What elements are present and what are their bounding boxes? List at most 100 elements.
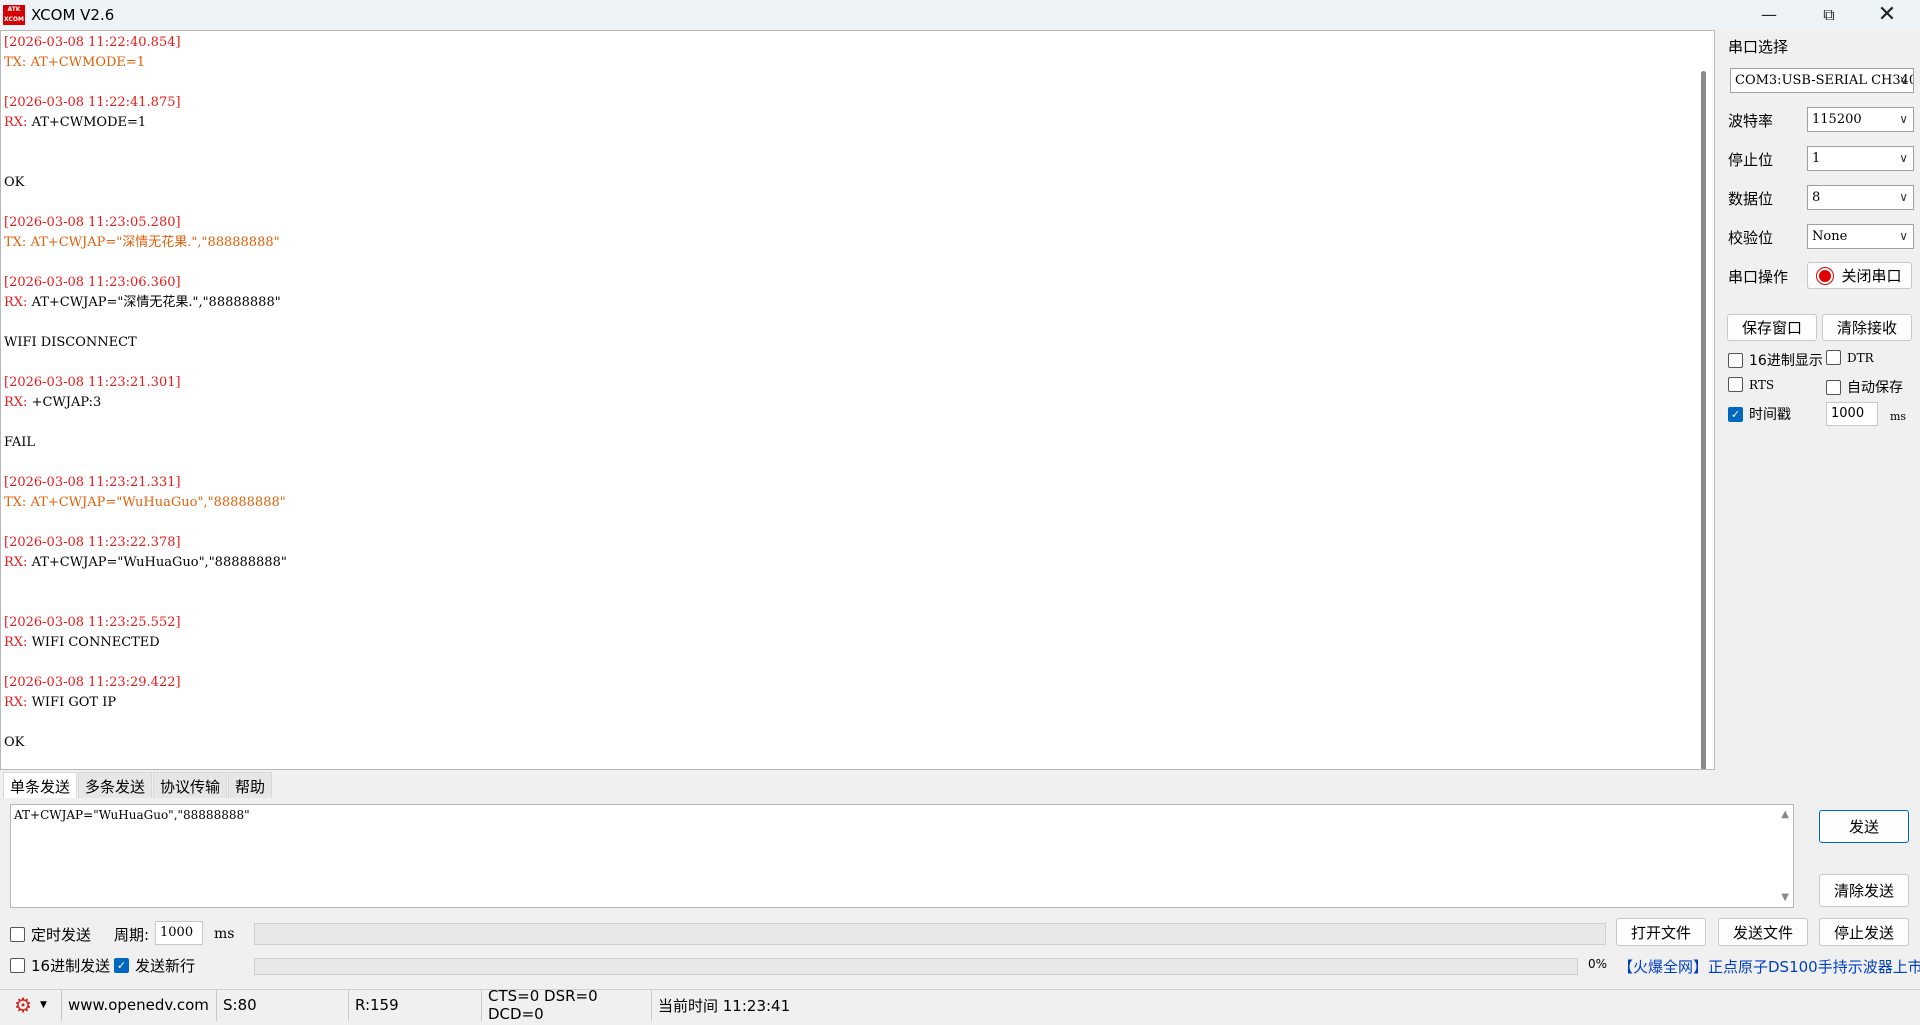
- dtr-checkbox[interactable]: DTR: [1826, 350, 1874, 365]
- hex-send-label: 16进制发送: [31, 957, 111, 975]
- timed-send-label: 定时发送: [31, 926, 92, 944]
- file-path-field[interactable]: [254, 923, 1606, 945]
- baud-label: 波特率: [1728, 112, 1774, 130]
- clear-send-button[interactable]: 清除发送: [1819, 874, 1909, 907]
- gear-icon: ⚙: [14, 993, 32, 1017]
- chevron-down-icon: ∨: [1899, 151, 1908, 165]
- parity-select[interactable]: None ∨: [1807, 224, 1914, 249]
- log-tx-label: TX:: [4, 235, 31, 250]
- tab-multi-send[interactable]: 多条发送: [78, 772, 153, 798]
- log-plain-line: WIFI DISCONNECT: [4, 335, 137, 350]
- log-blank-line: [4, 653, 1684, 673]
- clear-receive-label: 清除接收: [1836, 319, 1897, 337]
- receive-log: [2026-03-08 11:22:40.854] TX: AT+CWMODE=1…: [4, 33, 1684, 753]
- checkbox-box: [10, 958, 25, 973]
- close-port-button[interactable]: 关闭串口: [1807, 262, 1912, 289]
- log-blank-line: [4, 413, 1684, 433]
- autosave-checkbox[interactable]: 自动保存: [1826, 377, 1903, 397]
- clear-receive-button[interactable]: 清除接收: [1822, 314, 1912, 341]
- port-select[interactable]: COM3:USB-SERIAL CH340 ∨: [1730, 68, 1914, 93]
- log-plain-line: OK: [4, 175, 25, 190]
- stopbits-label: 停止位: [1728, 151, 1774, 169]
- log-tx-text: AT+CWMODE=1: [30, 55, 146, 70]
- parity-value: None: [1812, 229, 1848, 244]
- log-plain-line: FAIL: [4, 435, 36, 450]
- hex-send-checkbox[interactable]: 16进制发送: [10, 955, 110, 976]
- chevron-down-icon: ∨: [1899, 73, 1908, 87]
- log-tx-text: AT+CWJAP="WuHuaGuo","88888888": [30, 495, 286, 510]
- tab-help[interactable]: 帮助: [228, 772, 273, 798]
- send-text: AT+CWJAP="WuHuaGuo","88888888": [14, 808, 250, 822]
- log-rx-line: RX: WIFI CONNECTED: [4, 633, 1684, 653]
- log-timestamp: [2026-03-08 11:23:22.378]: [4, 535, 181, 550]
- stopbits-select[interactable]: 1 ∨: [1807, 146, 1914, 171]
- log-rx-label: RX:: [4, 395, 32, 410]
- log-timestamp: [2026-03-08 11:22:40.854]: [4, 35, 181, 50]
- log-tx-line: TX: AT+CWMODE=1: [4, 53, 1684, 73]
- maximize-button[interactable]: ⧉: [1800, 0, 1858, 29]
- tab-protocol[interactable]: 协议传输: [153, 772, 228, 798]
- timed-send-checkbox[interactable]: 定时发送: [10, 924, 91, 945]
- send-newline-checkbox[interactable]: ✓ 发送新行: [114, 955, 195, 976]
- baud-value: 115200: [1812, 112, 1862, 127]
- hex-display-checkbox[interactable]: 16进制显示: [1728, 350, 1823, 370]
- line-status: CTS=0 DSR=0 DCD=0: [482, 987, 652, 1023]
- send-file-button[interactable]: 发送文件: [1718, 918, 1808, 946]
- receive-area[interactable]: [2026-03-08 11:22:40.854] TX: AT+CWMODE=1…: [0, 30, 1715, 770]
- log-tx-text: AT+CWJAP="深情无花果.","88888888": [30, 235, 280, 250]
- log-rx-text: +CWJAP:3: [31, 395, 102, 410]
- period-input[interactable]: 1000: [155, 921, 203, 945]
- port-op-label: 串口操作: [1728, 268, 1789, 286]
- open-file-button[interactable]: 打开文件: [1616, 918, 1706, 946]
- minimize-button[interactable]: —: [1740, 0, 1798, 29]
- stop-send-button[interactable]: 停止发送: [1819, 918, 1909, 946]
- progress-percent: 0%: [1588, 957, 1608, 971]
- log-timestamp: [2026-03-08 11:23:25.552]: [4, 615, 181, 630]
- log-tx-line: TX: AT+CWJAP="深情无花果.","88888888": [4, 233, 1684, 253]
- log-tx-label: TX:: [4, 495, 31, 510]
- promo-link[interactable]: 【火爆全网】正点原子DS100手持示波器上市: [1618, 956, 1920, 977]
- period-label: 周期:: [114, 926, 150, 944]
- receive-scrollbar[interactable]: [1701, 71, 1706, 769]
- databits-value: 8: [1812, 190, 1821, 205]
- checkbox-box: [1826, 379, 1841, 395]
- title-bar: ATK XCOM XCOM V2.6 — ⧉ ✕: [0, 0, 1920, 29]
- send-button[interactable]: 发送: [1819, 810, 1909, 843]
- log-plain-line: OK: [4, 735, 25, 750]
- save-window-label: 保存窗口: [1741, 319, 1802, 337]
- log-blank-line: [4, 313, 1684, 333]
- timestamp-interval-input[interactable]: 1000: [1826, 402, 1878, 426]
- app-logo: ATK XCOM: [3, 4, 25, 25]
- rts-label: RTS: [1749, 377, 1775, 392]
- parity-label: 校验位: [1728, 229, 1774, 247]
- scroll-up-icon[interactable]: ▲: [1781, 809, 1789, 820]
- log-timestamp: [2026-03-08 11:22:41.875]: [4, 95, 181, 110]
- send-input[interactable]: AT+CWJAP="WuHuaGuo","88888888" ▲ ▼: [10, 804, 1794, 908]
- log-rx-line: RX: AT+CWJAP="WuHuaGuo","88888888": [4, 553, 1684, 573]
- period-unit: ms: [214, 926, 235, 942]
- send-tabs: 单条发送 多条发送 协议传输 帮助: [3, 772, 273, 798]
- stopbits-value: 1: [1812, 151, 1821, 166]
- log-blank-line: [4, 133, 1684, 153]
- chevron-down-icon: ∨: [1899, 229, 1908, 243]
- tab-single-send[interactable]: 单条发送: [3, 772, 78, 798]
- scroll-down-icon[interactable]: ▼: [1781, 892, 1789, 903]
- website-link[interactable]: www.openedv.com: [62, 989, 217, 1021]
- send-progress-bar: [254, 958, 1578, 975]
- log-timestamp: [2026-03-08 11:23:05.280]: [4, 215, 181, 230]
- log-blank-line: [4, 453, 1684, 473]
- port-select-label: 串口选择: [1728, 38, 1789, 56]
- baud-select[interactable]: 115200 ∨: [1807, 107, 1914, 132]
- checkbox-box: [10, 927, 25, 942]
- save-window-button[interactable]: 保存窗口: [1727, 314, 1817, 341]
- settings-menu-button[interactable]: ⚙ ▼: [0, 989, 62, 1021]
- port-status-icon: [1817, 267, 1834, 284]
- timestamp-checkbox[interactable]: ✓ 时间戳: [1728, 404, 1791, 424]
- rts-checkbox[interactable]: RTS: [1728, 377, 1774, 392]
- log-tx-label: TX:: [4, 55, 31, 70]
- log-rx-label: RX:: [4, 635, 32, 650]
- checkmark-icon: ✓: [114, 958, 129, 973]
- port-select-value: COM3:USB-SERIAL CH340: [1735, 73, 1914, 88]
- close-button[interactable]: ✕: [1858, 0, 1916, 29]
- databits-select[interactable]: 8 ∨: [1807, 185, 1914, 210]
